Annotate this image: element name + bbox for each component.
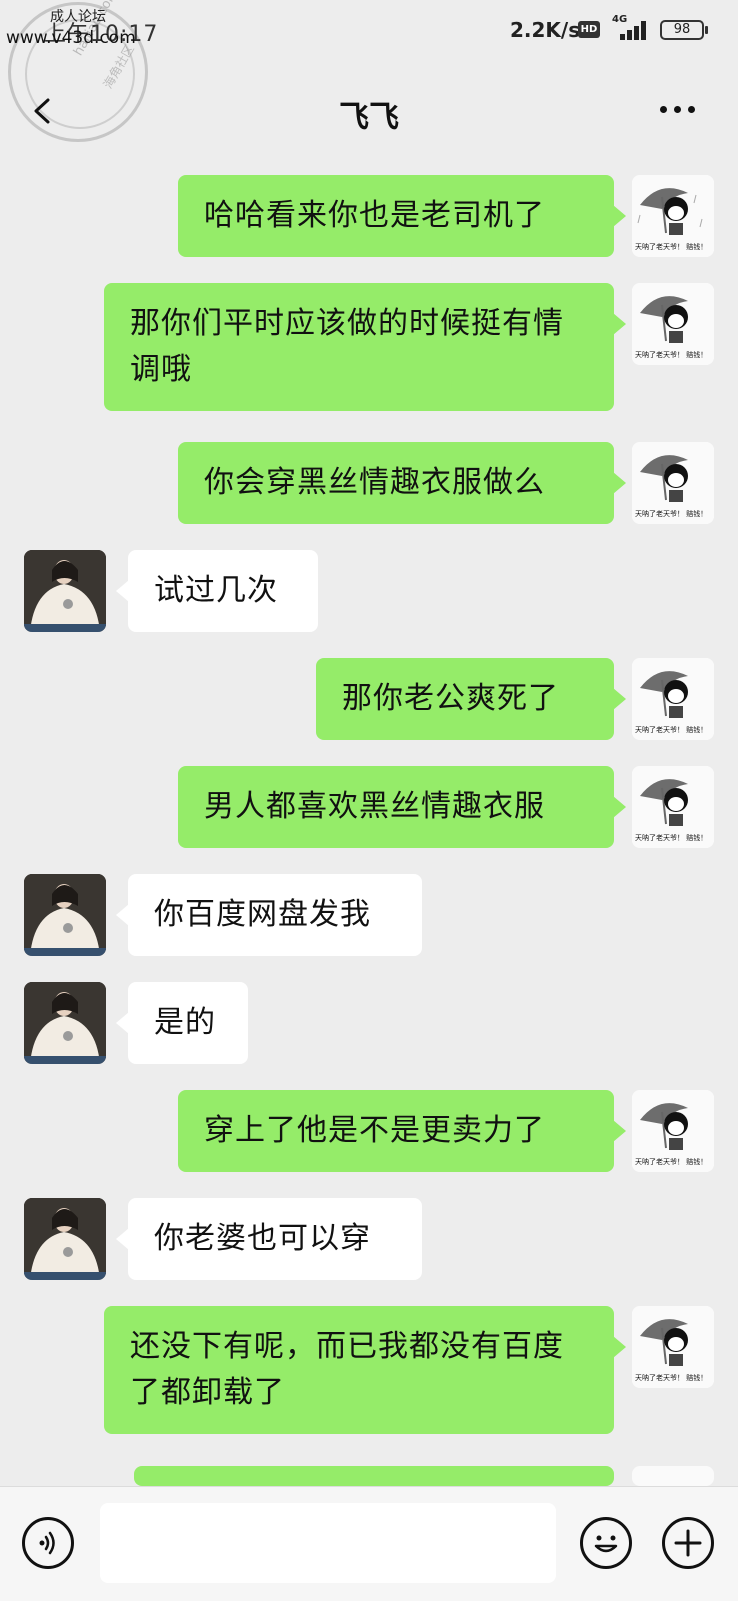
chat-title: 飞飞	[339, 100, 399, 135]
message-text: 你老婆也可以穿	[154, 1221, 371, 1256]
meme-avatar-icon: 天呐了老天爷！ 赔钱！	[632, 283, 714, 365]
message-bubble-sent[interactable]: 你会穿黑丝情趣衣服做么	[178, 442, 626, 524]
title-bar: 飞飞	[0, 62, 738, 166]
message-text: 是的	[154, 1005, 216, 1040]
my-avatar[interactable]: 天呐了老天爷！ 赔钱！	[632, 283, 714, 365]
input-bar	[0, 1486, 738, 1601]
avatar-caption: 天呐了老天爷！ 赔钱！	[635, 833, 707, 842]
battery-level: 98	[673, 22, 691, 37]
meme-avatar-icon: 天呐了老天爷！ 赔钱！	[632, 175, 714, 257]
my-avatar[interactable]: 天呐了老天爷！ 赔钱！	[632, 1090, 714, 1172]
meme-avatar-icon: 天呐了老天爷！ 赔钱！	[632, 442, 714, 524]
my-avatar[interactable]: 天呐了老天爷！ 赔钱！	[632, 658, 714, 740]
message-bubble-received[interactable]: 你百度网盘发我	[116, 874, 422, 956]
message-bubble-sent[interactable]	[134, 1466, 626, 1518]
avatar-caption: 天呐了老天爷！ 赔钱！	[635, 509, 707, 518]
avatar-caption: 天呐了老天爷！ 赔钱！	[635, 1157, 707, 1166]
meme-avatar-icon: 天呐了老天爷！ 赔钱！	[632, 1090, 714, 1172]
message-text: 穿上了他是不是更卖力了	[204, 1113, 545, 1148]
status-bar: haijiao.com 海角社区 上午10:17 成人论坛 www.v43d.c…	[0, 0, 738, 142]
contact-avatar[interactable]	[24, 982, 106, 1064]
contact-avatar[interactable]	[24, 874, 106, 956]
message-text: 哈哈看来你也是老司机了	[204, 198, 545, 233]
battery-icon: 98	[660, 20, 704, 40]
meme-avatar-icon: 天呐了老天爷！ 赔钱！	[632, 1306, 714, 1388]
message-bubble-received[interactable]: 你老婆也可以穿	[116, 1198, 422, 1280]
contact-avatar[interactable]	[24, 1198, 106, 1280]
message-bubble-sent[interactable]: 哈哈看来你也是老司机了	[178, 175, 626, 257]
my-avatar[interactable]: 天呐了老天爷！ 赔钱！	[632, 766, 714, 848]
message-text: 那你老公爽死了	[342, 681, 559, 716]
my-avatar[interactable]	[632, 1466, 714, 1486]
voice-icon[interactable]	[22, 1517, 74, 1569]
contact-photo-icon	[24, 1198, 106, 1280]
message-text: 你会穿黑丝情趣衣服做么	[204, 465, 545, 500]
meme-avatar-icon: 天呐了老天爷！ 赔钱！	[632, 766, 714, 848]
my-avatar[interactable]: 天呐了老天爷！ 赔钱！	[632, 175, 714, 257]
plus-icon[interactable]	[662, 1517, 714, 1569]
avatar-caption: 天呐了老天爷！ 赔钱！	[635, 350, 707, 359]
message-bubble-received[interactable]: 是的	[116, 982, 248, 1064]
battery-cap	[705, 26, 708, 34]
message-bubble-sent[interactable]: 那你们平时应该做的时候挺有情调哦	[104, 283, 626, 411]
more-dots-icon[interactable]	[660, 106, 700, 116]
contact-avatar[interactable]	[24, 550, 106, 632]
my-avatar[interactable]: 天呐了老天爷！ 赔钱！	[632, 1306, 714, 1388]
contact-photo-icon	[24, 874, 106, 956]
contact-photo-icon	[24, 982, 106, 1064]
avatar-caption: 天呐了老天爷！ 赔钱！	[635, 242, 707, 251]
message-bubble-sent[interactable]: 男人都喜欢黑丝情趣衣服	[178, 766, 626, 848]
message-text: 男人都喜欢黑丝情趣衣服	[204, 789, 545, 824]
message-bubble-received[interactable]: 试过几次	[116, 550, 318, 632]
message-text: 你百度网盘发我	[154, 897, 371, 932]
emoji-icon[interactable]	[580, 1517, 632, 1569]
watermark-url: www.v43d.com	[6, 28, 136, 48]
message-input[interactable]	[100, 1503, 556, 1583]
avatar-caption: 天呐了老天爷！ 赔钱！	[635, 725, 707, 734]
avatar-caption: 天呐了老天爷！ 赔钱！	[635, 1373, 707, 1382]
hd-badge: HD	[578, 21, 600, 38]
meme-avatar-icon: 天呐了老天爷！ 赔钱！	[632, 658, 714, 740]
message-text: 那你们平时应该做的时候挺有情调哦	[130, 306, 564, 387]
message-bubble-sent[interactable]: 还没下有呢，而已我都没有百度了都卸载了	[104, 1306, 626, 1434]
watermark-top: 成人论坛	[50, 9, 106, 25]
my-avatar[interactable]: 天呐了老天爷！ 赔钱！	[632, 442, 714, 524]
message-bubble-sent[interactable]: 那你老公爽死了	[316, 658, 626, 740]
network-speed: 2.2K/s	[510, 18, 581, 42]
signal-icon	[620, 20, 650, 40]
contact-photo-icon	[24, 550, 106, 632]
message-text: 试过几次	[154, 573, 278, 608]
message-text: 还没下有呢，而已我都没有百度了都卸载了	[130, 1329, 564, 1410]
message-bubble-sent[interactable]: 穿上了他是不是更卖力了	[178, 1090, 626, 1172]
